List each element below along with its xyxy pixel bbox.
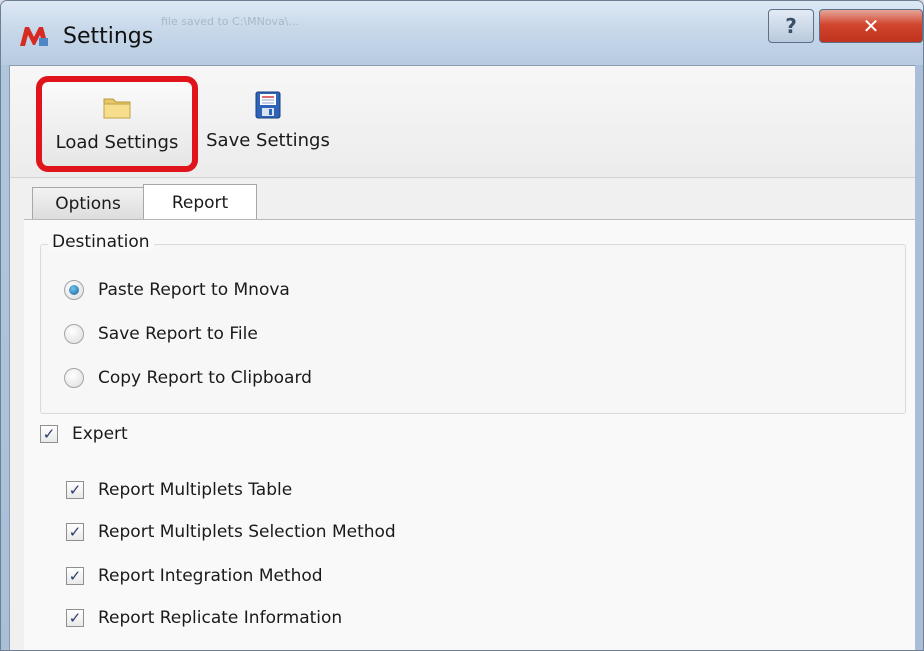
destination-group-title: Destination — [48, 232, 154, 252]
radio-button[interactable] — [64, 368, 84, 388]
tab-options-label: Options — [55, 194, 121, 214]
report-replicate-info-label: Report Replicate Information — [98, 608, 343, 628]
radio-copy-report-label: Copy Report to Clipboard — [98, 368, 312, 388]
radio-button[interactable] — [64, 280, 84, 300]
toolbar: Load Settings Save Settings — [10, 66, 916, 178]
floppy-disk-icon — [255, 91, 281, 119]
blurred-title-fragment: file saved to C:\MNova\... — [161, 15, 300, 28]
expert-checkbox[interactable]: ✓ — [40, 425, 58, 443]
report-tab-pane: Paste Report to Mnova Save Report to Fil… — [24, 219, 916, 650]
close-button[interactable]: ✕ — [819, 9, 923, 43]
dialog-client-area: Load Settings Save Settings Options Repo… — [9, 65, 917, 650]
radio-copy-report[interactable]: Copy Report to Clipboard — [64, 368, 312, 388]
load-settings-button[interactable]: Load Settings — [36, 76, 198, 172]
folder-icon — [103, 98, 131, 119]
report-integration-method-label: Report Integration Method — [98, 566, 323, 586]
title-bar[interactable]: Settings file saved to C:\MNova\... ? ✕ — [1, 1, 923, 65]
report-replicate-info-row[interactable]: ✓ Report Replicate Information — [66, 608, 342, 628]
report-multiplets-table-checkbox[interactable]: ✓ — [66, 481, 84, 499]
report-multiplets-table-label: Report Multiplets Table — [98, 480, 293, 500]
mnova-icon — [20, 27, 48, 46]
help-button[interactable]: ? — [768, 9, 814, 43]
tab-report-label: Report — [171, 192, 229, 213]
window-right-border — [915, 65, 923, 650]
report-multiplets-selection-checkbox[interactable]: ✓ — [66, 523, 84, 541]
close-icon: ✕ — [862, 14, 880, 38]
report-multiplets-selection-label: Report Multiplets Selection Method — [98, 522, 396, 542]
report-replicate-info-checkbox[interactable]: ✓ — [66, 609, 84, 627]
radio-save-report-label: Save Report to File — [98, 324, 258, 344]
expert-label: Expert — [72, 424, 128, 444]
radio-button[interactable] — [64, 324, 84, 344]
report-integration-method-row[interactable]: ✓ Report Integration Method — [66, 566, 323, 586]
save-settings-label: Save Settings — [206, 130, 330, 151]
report-multiplets-table-row[interactable]: ✓ Report Multiplets Table — [66, 480, 292, 500]
settings-window: Settings file saved to C:\MNova\... ? ✕ … — [0, 0, 924, 651]
tab-report[interactable]: Report — [143, 184, 257, 220]
tab-options[interactable]: Options — [32, 187, 144, 220]
radio-paste-report-label: Paste Report to Mnova — [98, 280, 290, 300]
radio-save-report[interactable]: Save Report to File — [64, 324, 258, 344]
window-title: Settings — [63, 24, 154, 49]
load-settings-label: Load Settings — [55, 132, 179, 153]
radio-paste-report[interactable]: Paste Report to Mnova — [64, 280, 290, 300]
tab-bar: Options Report — [32, 184, 257, 220]
save-settings-button[interactable]: Save Settings — [203, 76, 333, 172]
report-multiplets-selection-row[interactable]: ✓ Report Multiplets Selection Method — [66, 522, 396, 542]
report-integration-method-checkbox[interactable]: ✓ — [66, 567, 84, 585]
expert-checkbox-row[interactable]: ✓ Expert — [40, 424, 128, 444]
help-icon: ? — [785, 14, 797, 38]
